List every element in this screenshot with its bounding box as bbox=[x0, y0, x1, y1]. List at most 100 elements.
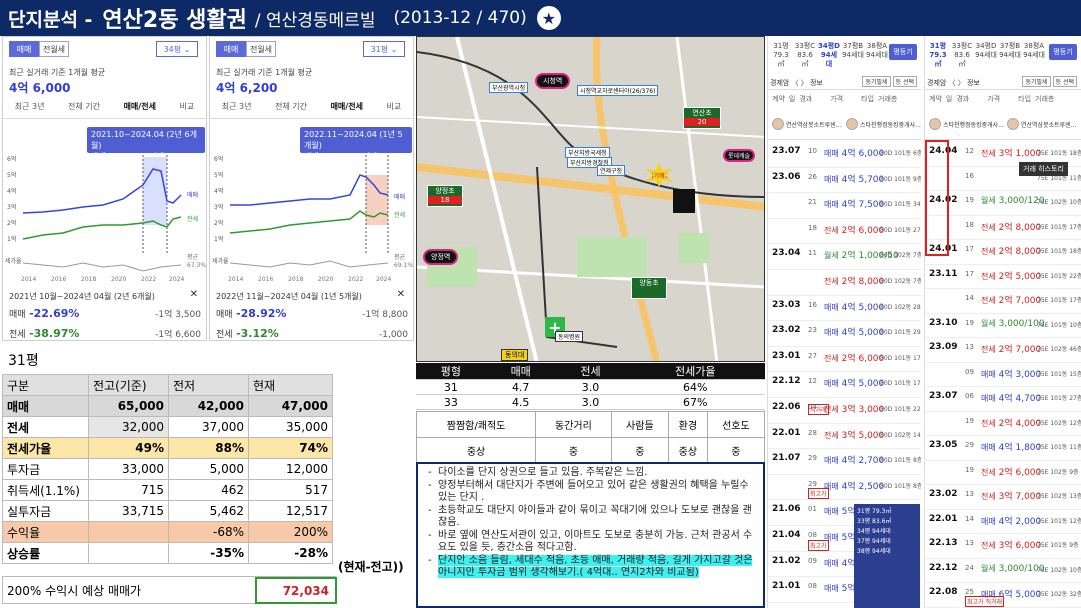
list-item[interactable]: 23.01 27 전세 2억 6,00080D 101동 17층 bbox=[768, 347, 921, 373]
list-item[interactable]: 23.05 29 매매 4억 1,800 75E 101동 11층 bbox=[925, 436, 1081, 461]
tx-day: 13 bbox=[965, 539, 974, 547]
list-item[interactable]: 22.0604전세 3억 3,00080D 101동 22층 bbox=[768, 398, 921, 424]
filter-button[interactable]: 동기필세 bbox=[1022, 76, 1051, 87]
list-item[interactable]: 22.12 24 월세 3,000/100 75E 102동 10층 bbox=[925, 559, 1081, 583]
tx-day: 29 bbox=[965, 441, 974, 449]
size-select[interactable]: 34평 ⌄ bbox=[156, 41, 198, 57]
list-item[interactable]: 23.02 23 매매 4억 5,00080D 101동 29층 bbox=[768, 321, 921, 347]
list-item[interactable]: 22.12 12 매매 4억 5,00080D 101동 17층 bbox=[768, 372, 921, 398]
xtick: 2016 bbox=[258, 276, 273, 283]
school-name: 연산초 bbox=[692, 109, 712, 117]
agent-card[interactable]: 연산역삼붓소트루센... bbox=[1007, 118, 1076, 130]
tx-detail: 75E 102동 9층 bbox=[1037, 468, 1079, 476]
map-label-district-office[interactable]: 연제구청 bbox=[597, 165, 626, 176]
agent-card[interactable]: 스타천행정동킹중개사... bbox=[929, 118, 1004, 130]
tx-detail: 75E 101동 15층 bbox=[1037, 370, 1081, 378]
size-tab[interactable]: 38평A 94세대 bbox=[866, 42, 888, 69]
list-item[interactable]: 23.04 11 월세 2억 1,000/50 80D 102동 7층 bbox=[768, 244, 921, 270]
list-item[interactable]: 22.01 14 매매 4억 2,000 75E 101동 12층 bbox=[925, 510, 1081, 534]
map-label-yangjeong-station[interactable]: 양정역 bbox=[423, 249, 459, 265]
list-item[interactable]: 23.07 10 매매 4억 6,000 80D 101동 6층 bbox=[768, 142, 921, 168]
subtitle: 최근 실거래 기준 1개월 평균 bbox=[9, 68, 106, 77]
tx-detail: 80D 101동 27층 bbox=[880, 226, 921, 234]
size-tab[interactable]: 31평 79.3㎡ bbox=[927, 42, 949, 69]
size-select[interactable]: 31평 ⌄ bbox=[363, 41, 405, 57]
list-item[interactable]: 19 전세 2억 4,000 75E 102동 12층 bbox=[925, 412, 1081, 436]
size-tab[interactable]: 33평C 83.6㎡ bbox=[951, 42, 973, 69]
map-label-lotte-castle[interactable]: 롯데캐슬 bbox=[723, 149, 756, 162]
size-tab[interactable]: 34평D 94세대 bbox=[975, 42, 997, 69]
tab-period-compare[interactable]: 비교 bbox=[179, 101, 194, 112]
size-tab[interactable]: 31평 79.3㎡ bbox=[770, 42, 792, 69]
tx-price: 전세 2억 6,000 bbox=[824, 353, 885, 364]
tx-day: 16 bbox=[965, 171, 974, 180]
map-label-city-hall[interactable]: 부산광역시청 bbox=[489, 82, 529, 93]
list-item[interactable]: 23.11 17 전세 2억 5,000 75E 101동 22층 bbox=[925, 265, 1081, 289]
tab-period-compare[interactable]: 비교 bbox=[386, 101, 401, 112]
area-map[interactable]: 시청역 부산광역시청 시청역교차로센터아(26/376) 연산초 20 부산지방… bbox=[416, 36, 765, 362]
list-item[interactable]: 18 전세 2억 6,00080D 101동 27층 bbox=[768, 219, 921, 245]
size-tab[interactable]: 38평A 94세대 bbox=[1023, 42, 1045, 69]
filter-button[interactable]: 동기필세 bbox=[862, 76, 891, 87]
floorplan-button[interactable]: 평등기 bbox=[1049, 44, 1077, 60]
list-item[interactable]: 22.01 28 전세 3억 5,00080D 102동 14층 bbox=[768, 424, 921, 450]
agent-card[interactable]: 연산역삼붓소트루센... bbox=[772, 118, 841, 130]
list-item[interactable]: 23.03 16 매매 4억 5,00080D 102동 28층 bbox=[768, 296, 921, 322]
tab-period-3y[interactable]: 최근 3년 bbox=[15, 101, 45, 112]
size-tab[interactable]: 37평B 94세대 bbox=[842, 42, 864, 69]
avatar bbox=[772, 118, 784, 130]
tab-period-all[interactable]: 전체 기간 bbox=[275, 101, 307, 112]
list-item[interactable]: 21.07 29 매매 4억 2,700 80D 101동 8층 bbox=[768, 449, 921, 475]
tx-price: 매매 4억 7,500 bbox=[824, 200, 885, 211]
tx-detail: 80D 101동 17층 bbox=[880, 354, 921, 362]
tx-day: 08 bbox=[808, 531, 817, 539]
close-icon[interactable]: ✕ bbox=[397, 289, 405, 300]
tx-date: 22.01 bbox=[929, 513, 958, 524]
apartment-icon bbox=[673, 189, 695, 213]
tab-rent[interactable]: 전월세 bbox=[246, 41, 276, 57]
agent-card[interactable]: 스타천행정동킹중개사... bbox=[846, 118, 921, 130]
list-item[interactable]: 23.07 06 매매 4억 4,700 75E 101동 27층 bbox=[925, 387, 1081, 412]
map-label-city-hall-station[interactable]: 시청역 bbox=[535, 73, 571, 89]
tx-day: 13 bbox=[965, 490, 974, 498]
tab-period-trade-rent[interactable]: 매매/전세 bbox=[124, 101, 156, 112]
list-item[interactable]: 09 매매 4억 3,000 75E 101동 15층 bbox=[925, 363, 1081, 387]
tab-trade[interactable]: 매매 bbox=[9, 41, 39, 57]
select-button[interactable]: 등 선택 bbox=[1052, 76, 1077, 87]
map-label-dongeui-univ[interactable]: 동의대 bbox=[501, 349, 529, 361]
col-header: 전세 bbox=[555, 363, 626, 380]
map-label-hospital[interactable]: 동의병원 bbox=[555, 331, 584, 342]
list-item[interactable]: 전세 2억 8,000 80D 102동 7층 bbox=[768, 270, 921, 296]
tab-period-3y[interactable]: 최근 3년 bbox=[222, 101, 252, 112]
tx-date: 23.01 bbox=[772, 350, 801, 361]
map-label-yeonsan-elementary[interactable]: 연산초 20 bbox=[683, 107, 721, 129]
size-tab[interactable]: 34평D 94세대 bbox=[818, 42, 840, 69]
list-item[interactable]: 23.10 19 월세 3,000/100 75E 101동 10층 bbox=[925, 314, 1081, 338]
tx-price: 전세 3억 6,000 bbox=[981, 541, 1042, 551]
size-tab[interactable]: 37평B 94세대 bbox=[999, 42, 1021, 69]
select-button[interactable]: 등 선택 bbox=[892, 76, 917, 87]
list-item[interactable]: 23.06 26 매매 4억 5,700 80D 101동 9층 bbox=[768, 168, 921, 194]
close-icon[interactable]: ✕ bbox=[190, 289, 198, 300]
list-item[interactable]: 22.13 13 전세 3억 6,000 75E 101동 9층 bbox=[925, 534, 1081, 559]
header-region: 연산2동 생활권 bbox=[102, 8, 247, 33]
list-item[interactable]: 23.02 13 전세 3억 7,000 75E 102동 13층 bbox=[925, 485, 1081, 510]
tab-trade[interactable]: 매매 bbox=[216, 41, 246, 57]
list-item[interactable]: 14 전세 2억 7,000 75E 101동 17층 bbox=[925, 289, 1081, 314]
tab-period-all[interactable]: 전체 기간 bbox=[68, 101, 100, 112]
list-item[interactable]: 29 매매 4억 2,500 80D 101동 8층 bbox=[768, 475, 921, 501]
size-tab[interactable]: 33평C 83.6㎡ bbox=[794, 42, 816, 69]
map-label-center[interactable]: 시청역교차로센터아(26/376) bbox=[577, 85, 659, 96]
tx-day: 18 bbox=[965, 220, 974, 229]
tab-period-trade-rent[interactable]: 매매/전세 bbox=[331, 101, 363, 112]
list-item[interactable]: 21 매매 4억 7,50080D 101동 34층 bbox=[768, 193, 921, 219]
tx-price: 전세 3억 5,000 bbox=[824, 430, 885, 441]
list-item[interactable]: 19 전세 2억 6,000 75E 102동 9층 bbox=[925, 461, 1081, 485]
list-item[interactable]: 23.09 13 전세 2억 7,000 75E 102동 46층 bbox=[925, 338, 1081, 363]
tab-rent[interactable]: 전월세 bbox=[39, 41, 69, 57]
floorplan-button[interactable]: 평등기 bbox=[889, 44, 917, 60]
map-label-yangdong-elementary[interactable]: 양동초 bbox=[631, 277, 667, 299]
tx-day: 11 bbox=[808, 249, 817, 258]
map-label-yangjeong-elementary[interactable]: 양정초 18 bbox=[427, 185, 463, 207]
ytick: 2억 bbox=[7, 219, 16, 227]
